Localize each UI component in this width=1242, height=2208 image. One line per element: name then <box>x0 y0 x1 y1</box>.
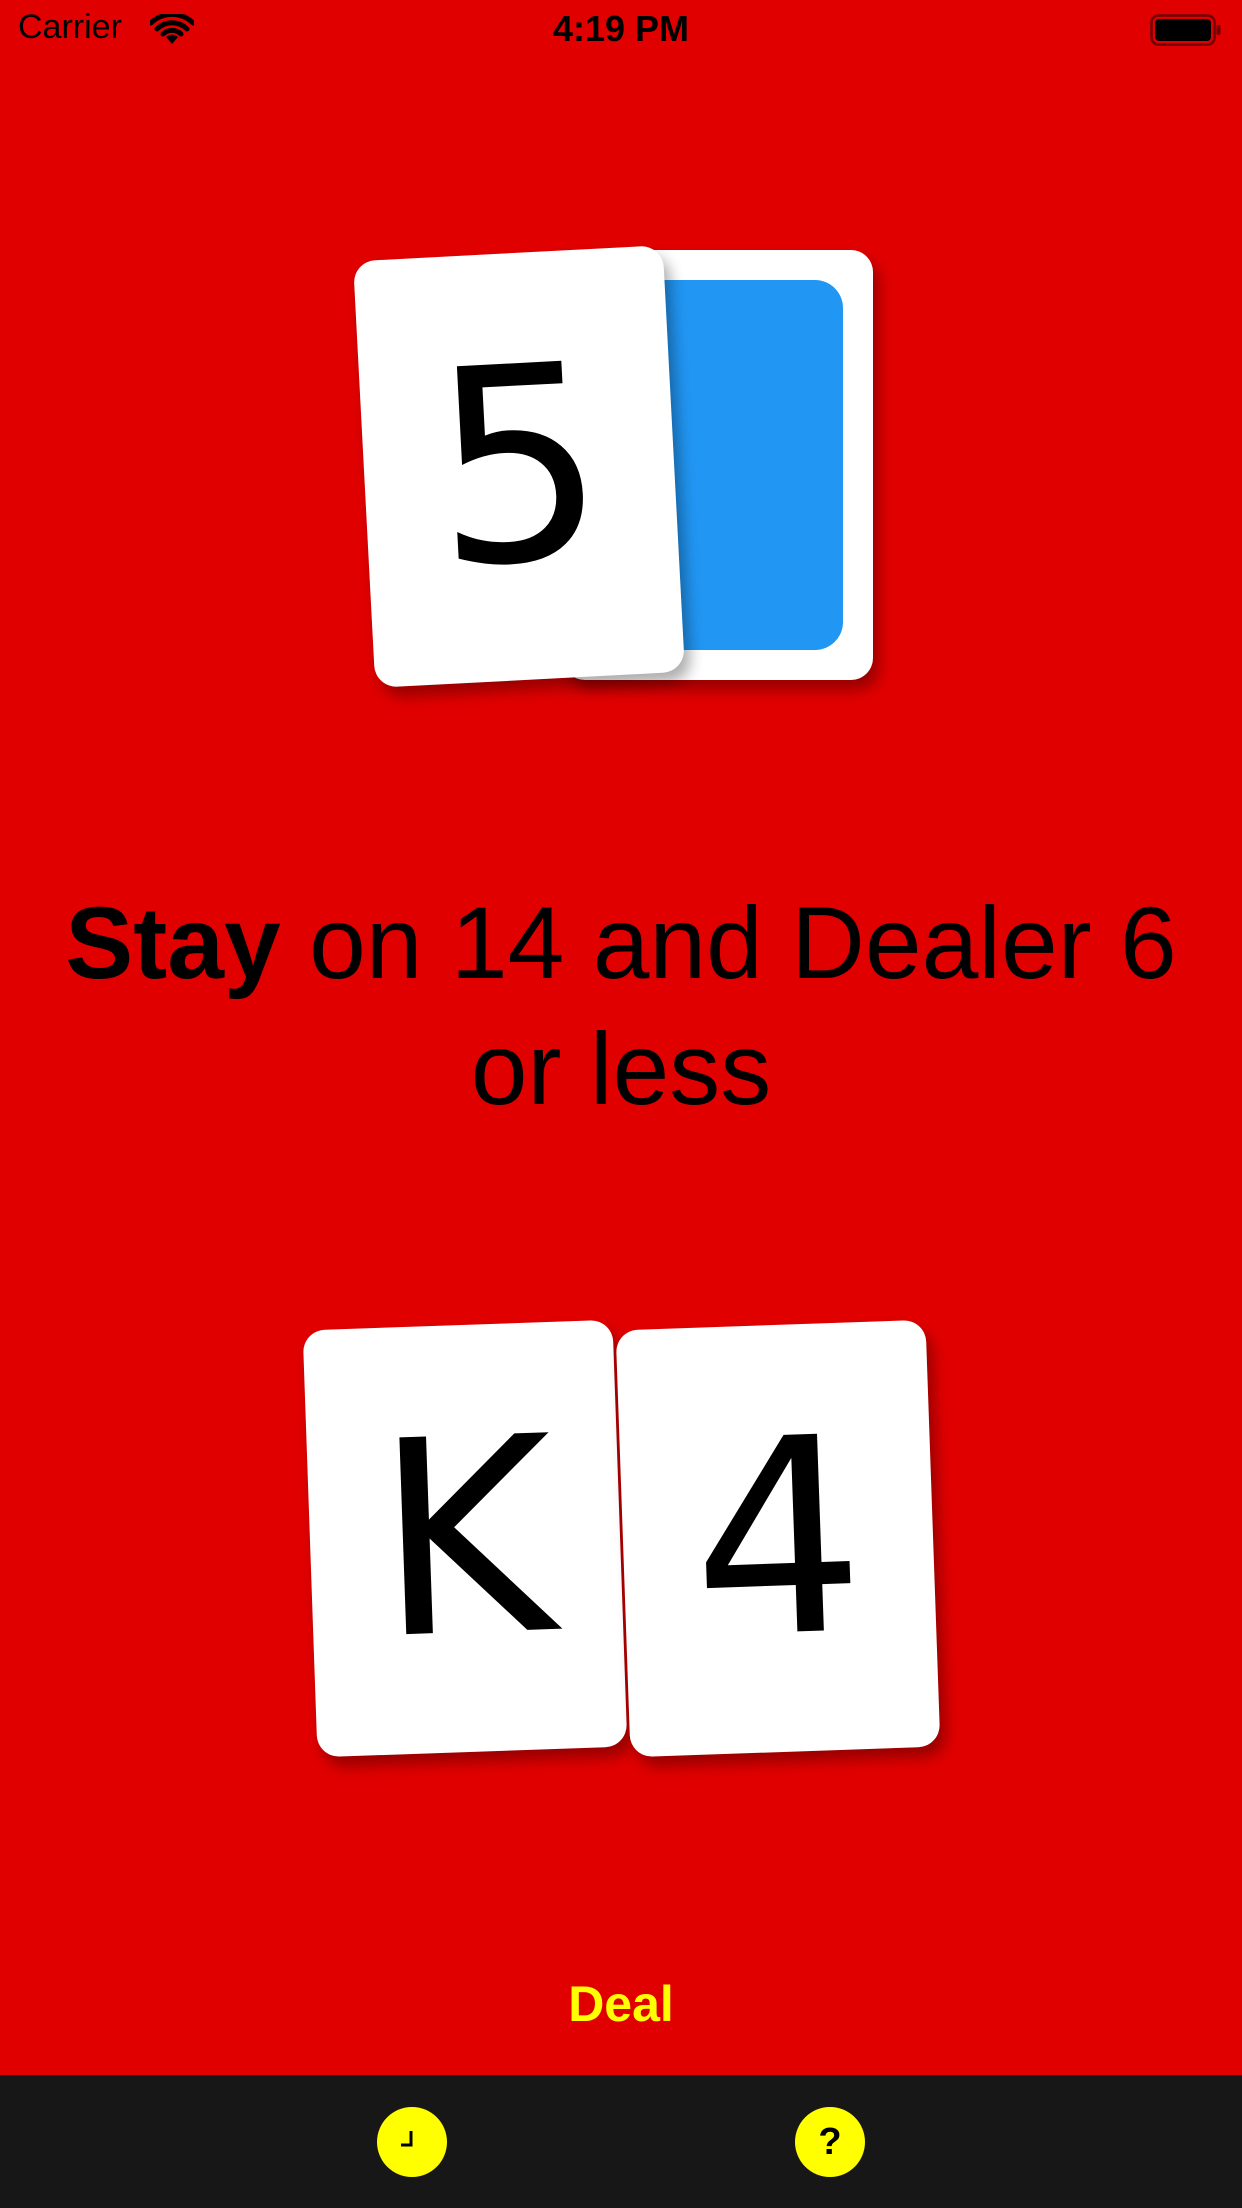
help-button[interactable]: ? <box>795 2107 865 2177</box>
dealer-up-card-rank: 5 <box>424 304 614 629</box>
battery-icon <box>1150 14 1221 46</box>
strategy-advice: Stay on 14 and Dealer 6 or less <box>40 880 1202 1132</box>
advice-action: Stay <box>65 886 281 1000</box>
history-button[interactable] <box>377 2107 447 2177</box>
help-icon: ? <box>818 2120 842 2163</box>
status-time: 4:19 PM <box>552 8 690 49</box>
tab-bar: ? <box>0 2075 1242 2208</box>
player-card-2-rank: 4 <box>686 1378 870 1699</box>
deal-button[interactable]: Deal <box>0 1975 1242 2033</box>
player-card-1: K <box>302 1319 628 1758</box>
advice-text: on 14 and Dealer 6 or less <box>280 886 1177 1126</box>
player-card-2: 4 <box>615 1319 941 1758</box>
dealer-up-card: 5 <box>353 245 685 688</box>
status-bar: Carrier 4:19 PM <box>0 0 1242 60</box>
player-card-1-rank: K <box>371 1378 559 1699</box>
clock-icon <box>401 2131 413 2147</box>
